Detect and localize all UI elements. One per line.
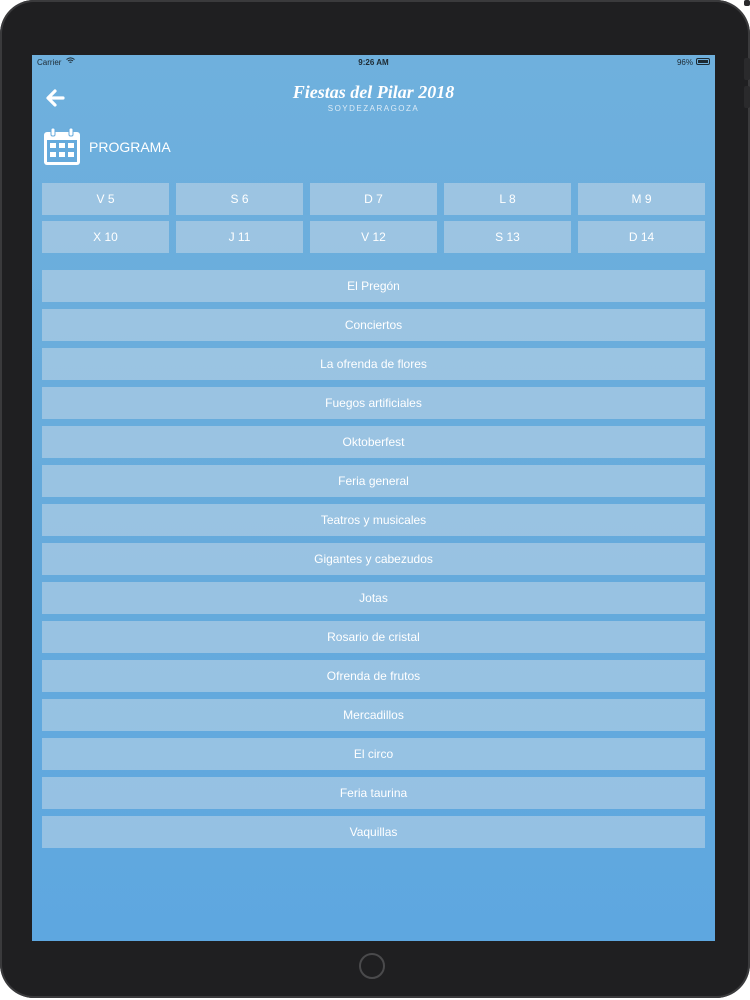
page-subtitle: SOYDEZARAGOZA [327, 104, 420, 113]
battery-percent: 96% [676, 58, 693, 67]
section-label: PROGRAMA [89, 139, 171, 155]
power-button [744, 0, 750, 6]
battery-icon [696, 58, 710, 65]
day-button[interactable]: D 7 [310, 183, 437, 215]
volume-up-button [744, 58, 750, 80]
day-button[interactable]: S 6 [176, 183, 303, 215]
section-header: PROGRAMA [42, 127, 171, 167]
event-button[interactable]: Vaquillas [42, 816, 705, 848]
home-button[interactable] [359, 953, 385, 979]
event-list: El Pregón Conciertos La ofrenda de flore… [42, 270, 705, 855]
event-button[interactable]: Feria taurina [42, 777, 705, 809]
day-button[interactable]: M 9 [578, 183, 705, 215]
event-button[interactable]: Fuegos artificiales [42, 387, 705, 419]
event-button[interactable]: El Pregón [42, 270, 705, 302]
calendar-icon [44, 127, 80, 165]
day-button[interactable]: J 11 [176, 221, 303, 253]
day-selector: V 5 S 6 D 7 L 8 M 9 X 10 J 11 V 12 S 13 … [42, 183, 705, 253]
day-button[interactable]: L 8 [444, 183, 571, 215]
event-button[interactable]: Gigantes y cabezudos [42, 543, 705, 575]
status-time: 9:26 AM [358, 58, 389, 67]
day-button[interactable]: V 12 [310, 221, 437, 253]
volume-down-button [744, 86, 750, 108]
tablet-frame: Carrier 9:26 AM 96% Fiestas del Pilar 20… [0, 0, 750, 998]
day-button[interactable]: V 5 [42, 183, 169, 215]
status-bar: Carrier 9:26 AM 96% [32, 55, 715, 71]
page-title: Fiestas del Pilar 2018 [292, 82, 455, 102]
event-button[interactable]: Rosario de cristal [42, 621, 705, 653]
day-button[interactable]: S 13 [444, 221, 571, 253]
event-button[interactable]: Oktoberfest [42, 426, 705, 458]
event-button[interactable]: Jotas [42, 582, 705, 614]
event-button[interactable]: El circo [42, 738, 705, 770]
day-button[interactable]: X 10 [42, 221, 169, 253]
event-button[interactable]: Mercadillos [42, 699, 705, 731]
event-button[interactable]: Conciertos [42, 309, 705, 341]
event-button[interactable]: Ofrenda de frutos [42, 660, 705, 692]
event-button[interactable]: Teatros y musicales [42, 504, 705, 536]
event-button[interactable]: Feria general [42, 465, 705, 497]
day-button[interactable]: D 14 [578, 221, 705, 253]
app-screen: Carrier 9:26 AM 96% Fiestas del Pilar 20… [32, 55, 715, 941]
event-button[interactable]: La ofrenda de flores [42, 348, 705, 380]
